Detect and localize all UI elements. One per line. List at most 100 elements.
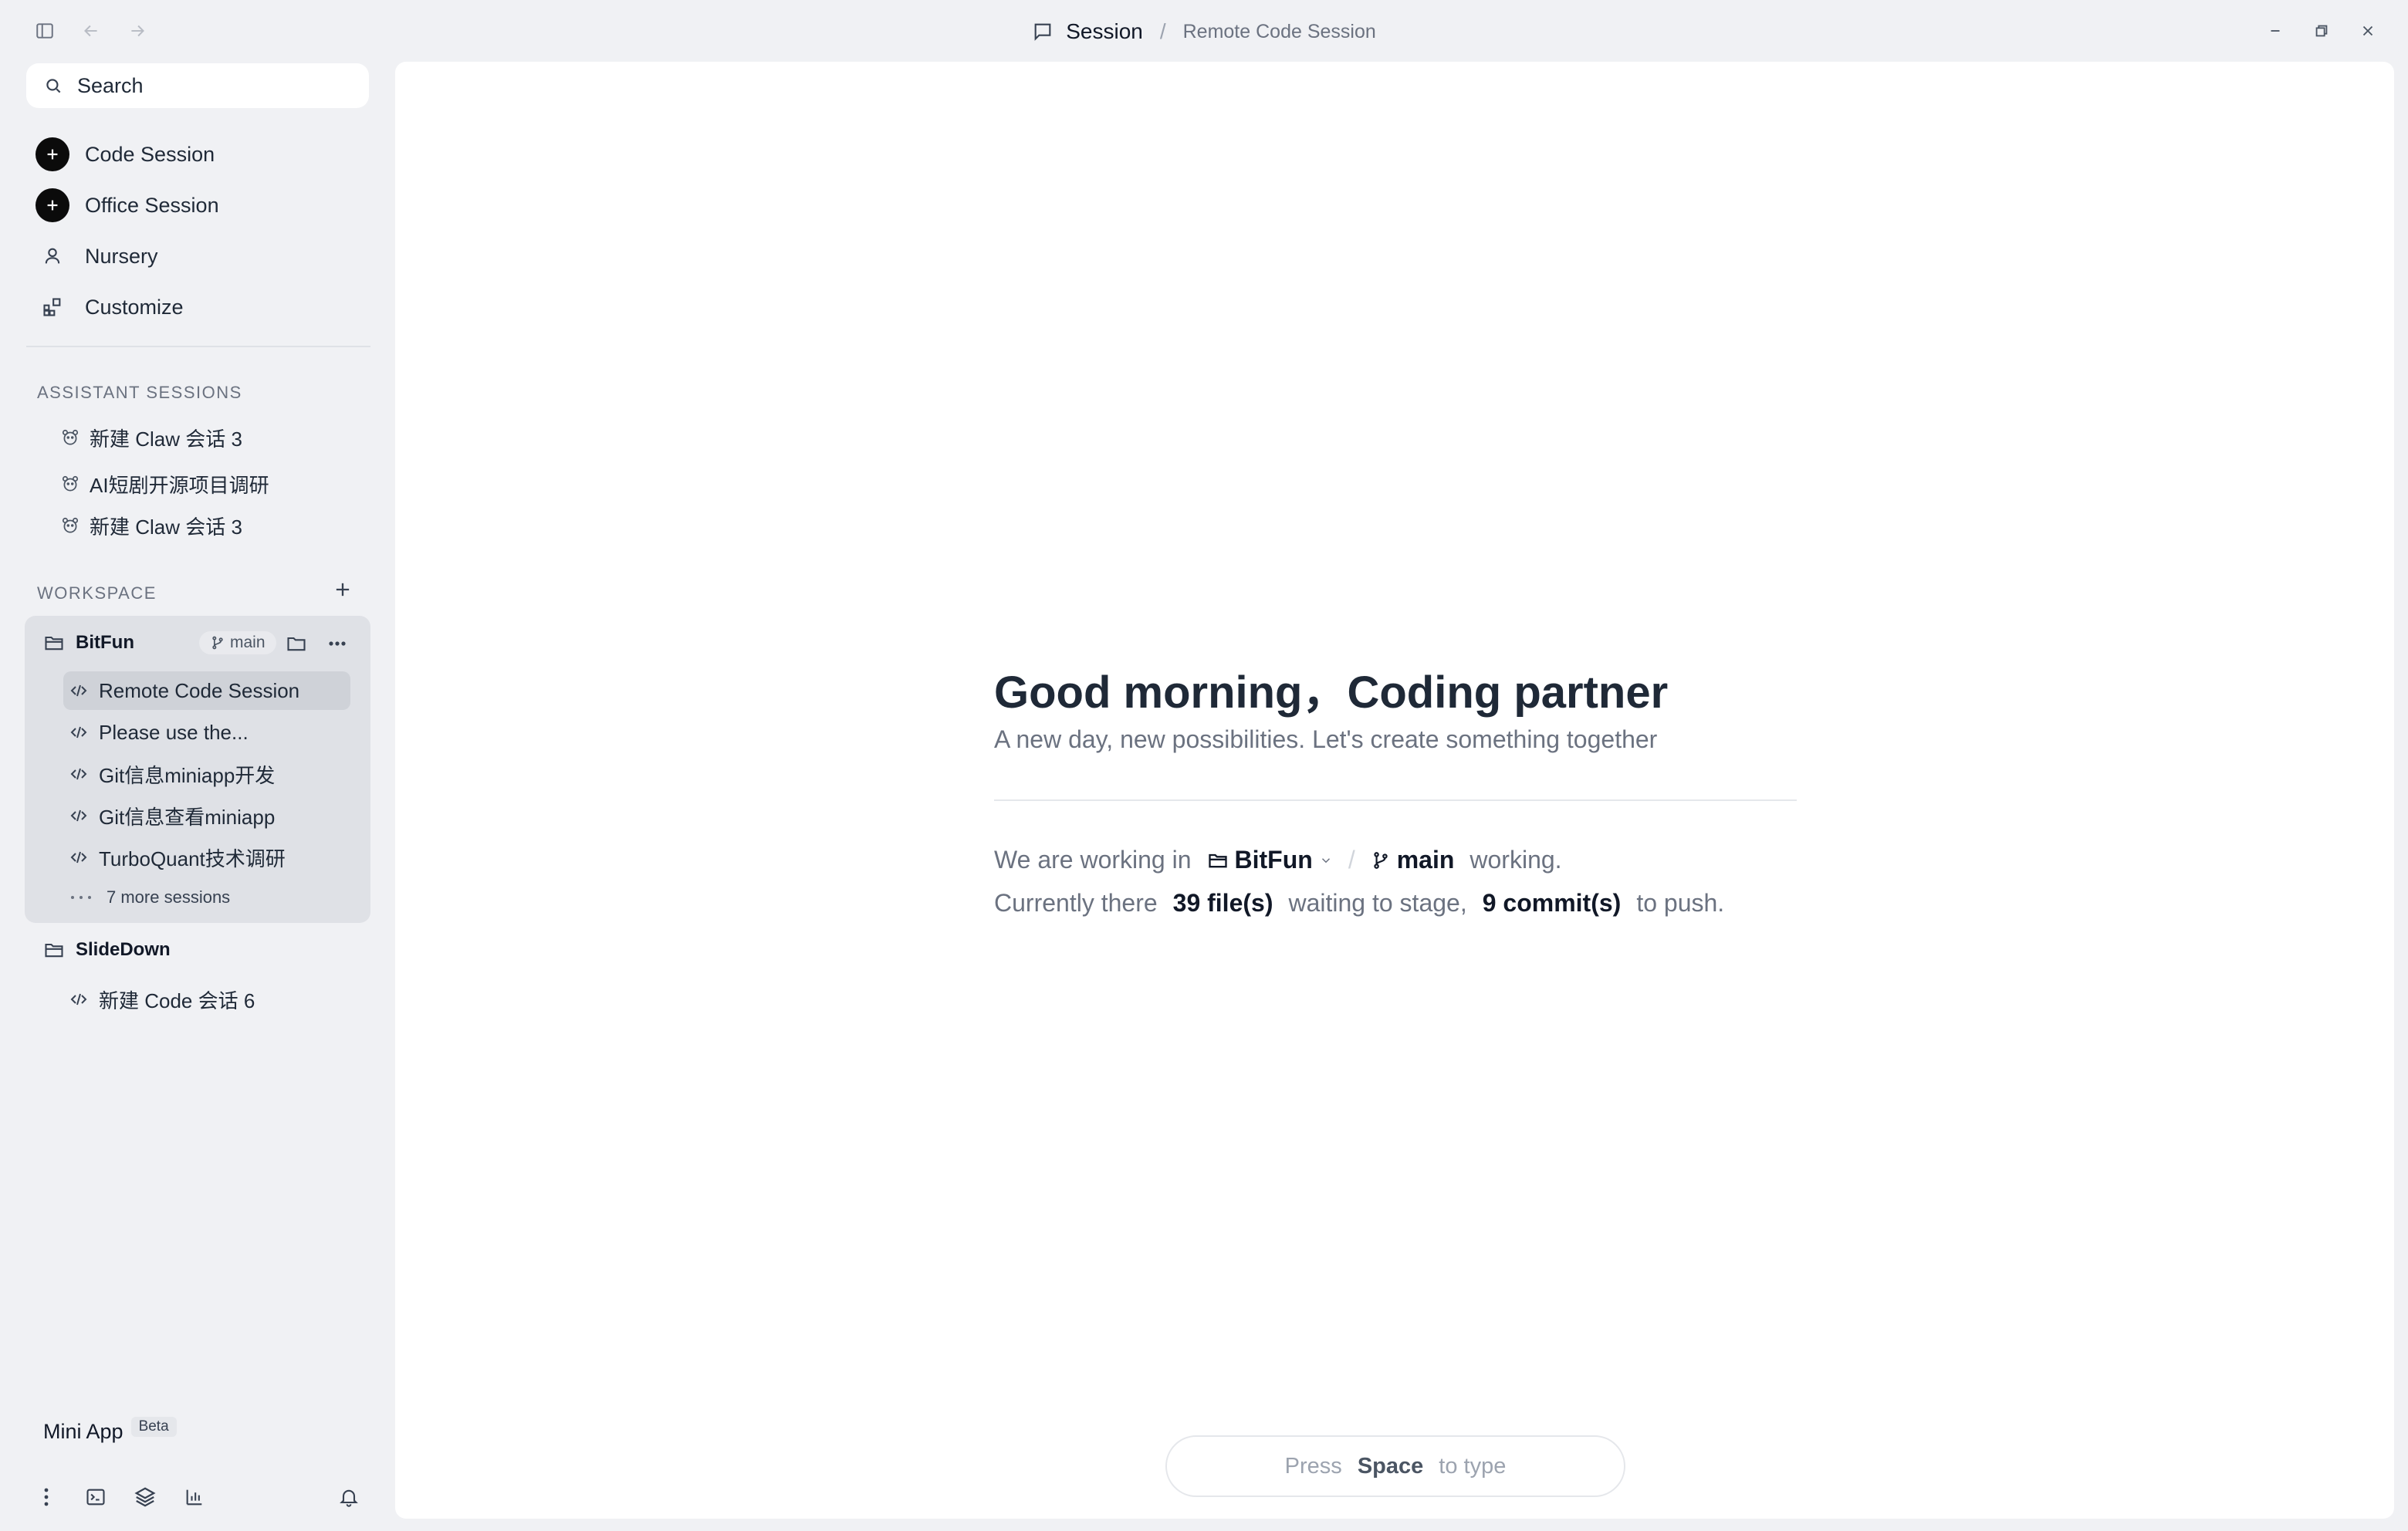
working-suffix: working.: [1469, 846, 1562, 874]
session-label: Git信息miniapp开发: [99, 763, 276, 787]
main-panel: [395, 62, 2394, 1519]
chat-bubble-icon: [1032, 21, 1054, 42]
branch-name: main: [230, 634, 265, 651]
nav-label: Code Session: [85, 142, 215, 166]
sidebar-divider: [26, 346, 370, 347]
bear-icon: [60, 428, 80, 448]
workspace-row-bitfun[interactable]: BitFun: [43, 624, 134, 662]
code-icon: [69, 806, 88, 825]
files-count[interactable]: 39 file(s): [1173, 889, 1273, 918]
commits-count[interactable]: 9 commit(s): [1483, 889, 1622, 918]
workspace-header: WORKSPACE: [37, 583, 157, 603]
nav-label: Customize: [85, 295, 184, 319]
folder-icon: [43, 939, 65, 961]
content-divider: [994, 799, 1797, 801]
assistant-session-item[interactable]: 新建 Claw 会话 3: [60, 508, 242, 543]
ellipsis-icon: [69, 894, 93, 901]
git-status-line: Currently there 39 file(s) waiting to st…: [994, 889, 1724, 918]
plus-icon: [36, 188, 69, 222]
session-label: AI短剧开源项目调研: [90, 473, 269, 497]
session-label: 新建 Claw 会话 3: [90, 515, 242, 539]
push-text: to push.: [1636, 889, 1725, 917]
minimize-icon[interactable]: [2260, 15, 2291, 46]
breadcrumb: Session / Remote Code Session: [0, 14, 2408, 49]
vertical-dots-icon[interactable]: [31, 1482, 62, 1512]
bear-icon: [60, 474, 80, 494]
git-branch-icon: [210, 635, 225, 651]
new-office-session-button[interactable]: Office Session: [36, 184, 219, 227]
widgets-icon: [36, 290, 69, 324]
nav-item-customize[interactable]: Customize: [36, 286, 184, 329]
search-icon: [43, 76, 63, 96]
more-options-icon[interactable]: [326, 633, 349, 654]
workspace-name: BitFun: [1234, 846, 1313, 874]
restore-icon[interactable]: [2306, 15, 2337, 46]
to-type-label: to type: [1439, 1453, 1507, 1479]
greeting-heading: Good morning，Coding partner: [994, 667, 1669, 718]
press-label: Press: [1284, 1453, 1342, 1479]
code-session-item[interactable]: Please use the...: [63, 713, 350, 752]
more-sessions-label: 7 more sessions: [107, 887, 231, 907]
more-sessions-link[interactable]: 7 more sessions: [69, 887, 230, 907]
folder-open-icon: [43, 632, 65, 654]
working-prefix: We are working in: [994, 846, 1192, 874]
assistant-session-item[interactable]: AI短剧开源项目调研: [60, 466, 269, 502]
bell-icon[interactable]: [333, 1482, 364, 1512]
workspace-selector[interactable]: BitFun: [1207, 846, 1333, 874]
session-label: 新建 Claw 会话 3: [90, 427, 242, 451]
type-hint-input[interactable]: Press Space to type: [1165, 1435, 1625, 1497]
code-session-item-active[interactable]: Remote Code Session: [63, 671, 350, 710]
code-icon: [69, 848, 88, 867]
sidebar-bottom-toolbar: [31, 1482, 210, 1512]
session-label: TurboQuant技术调研: [99, 847, 286, 870]
terminal-icon[interactable]: [80, 1482, 111, 1512]
workspace-name: BitFun: [76, 632, 134, 653]
assistant-sessions-header: ASSISTANT SESSIONS: [37, 383, 242, 402]
beta-badge: Beta: [130, 1417, 177, 1437]
bar-chart-icon[interactable]: [179, 1482, 210, 1512]
assistant-session-item[interactable]: 新建 Claw 会话 3: [60, 420, 242, 455]
folder-icon: [1207, 850, 1229, 871]
breadcrumb-current: Remote Code Session: [1182, 20, 1376, 42]
workspace-row-slidedown[interactable]: SlideDown: [43, 931, 171, 969]
working-context-line: We are working in BitFun / main working.: [994, 846, 1562, 874]
breadcrumb-session[interactable]: Session: [1066, 19, 1143, 44]
mini-app-label: Mini App: [43, 1420, 123, 1443]
code-session-item[interactable]: TurboQuant技术调研: [63, 838, 350, 877]
git-branch-icon: [1371, 850, 1391, 870]
waiting-text: waiting to stage,: [1288, 889, 1467, 917]
path-separator: /: [1348, 846, 1355, 874]
user-icon: [36, 239, 69, 273]
branch-badge[interactable]: main: [199, 631, 276, 654]
branch-name: main: [1396, 846, 1455, 874]
folder-icon[interactable]: [286, 633, 307, 654]
code-icon: [69, 765, 88, 783]
branch-selector[interactable]: main: [1371, 846, 1455, 874]
code-session-item[interactable]: Git信息查看miniapp: [63, 796, 350, 835]
nav-label: Office Session: [85, 193, 219, 217]
new-code-session-button[interactable]: Code Session: [36, 133, 215, 176]
close-icon[interactable]: [2352, 15, 2383, 46]
breadcrumb-separator: /: [1159, 19, 1166, 43]
currently-text: Currently there: [994, 889, 1158, 917]
bear-icon: [60, 515, 80, 536]
code-icon: [69, 723, 88, 742]
plus-icon: [36, 137, 69, 171]
code-icon: [69, 681, 88, 700]
nav-item-nursery[interactable]: Nursery: [36, 235, 158, 278]
code-session-item[interactable]: 新建 Code 会话 6: [63, 980, 350, 1019]
chevron-down-icon: [1319, 853, 1333, 867]
code-icon: [69, 990, 88, 1009]
search-input[interactable]: Search: [26, 63, 369, 108]
mini-app-entry[interactable]: Mini App Beta: [43, 1417, 177, 1444]
session-label: Please use the...: [99, 720, 249, 744]
session-label: Remote Code Session: [99, 678, 300, 702]
code-session-item[interactable]: Git信息miniapp开发: [63, 755, 350, 793]
layers-icon[interactable]: [130, 1482, 161, 1512]
add-workspace-icon[interactable]: [332, 579, 353, 600]
nav-label: Nursery: [85, 244, 158, 268]
title-bar: Session / Remote Code Session: [0, 0, 2408, 62]
space-key-label: Space: [1357, 1453, 1424, 1479]
session-label: 新建 Code 会话 6: [99, 989, 255, 1012]
search-placeholder: Search: [77, 73, 144, 97]
